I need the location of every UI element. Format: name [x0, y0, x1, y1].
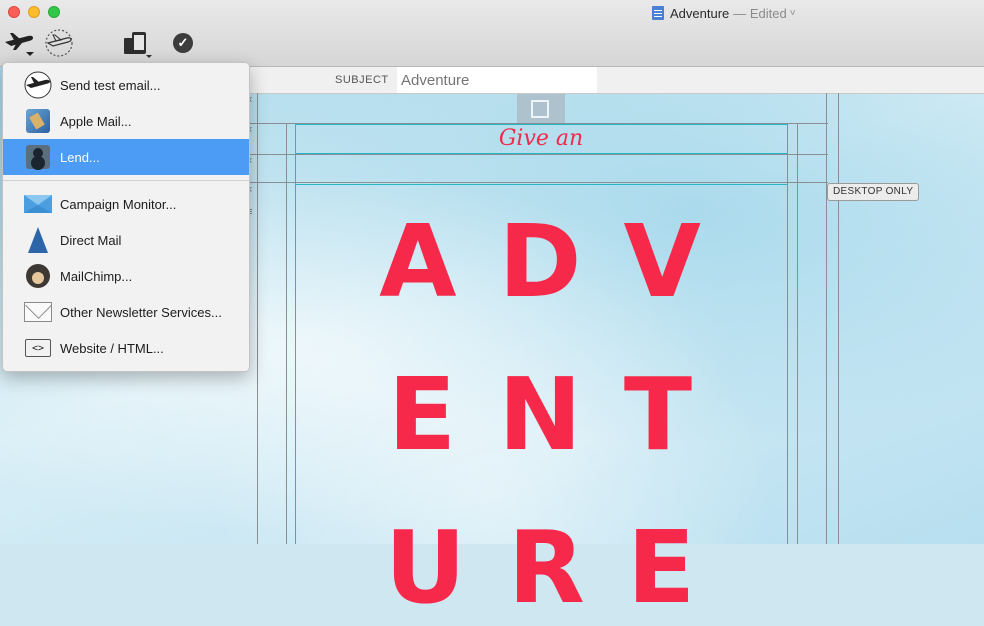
direct-mail-icon — [23, 225, 53, 255]
device-preview-icon — [124, 32, 152, 58]
menu-item-send-test-email[interactable]: Send test email... — [3, 67, 249, 103]
send-dropdown-menu: Send test email... Apple Mail... Lend...… — [2, 62, 250, 372]
document-status: — Edited — [733, 5, 787, 21]
row-guide-left-inner — [286, 123, 287, 544]
content-guide-bottom — [295, 184, 788, 185]
menu-item-label: Website / HTML... — [60, 340, 164, 356]
menu-item-label: Lend... — [60, 149, 100, 165]
device-preview-button[interactable] — [120, 28, 154, 58]
menu-item-label: Send test email... — [60, 77, 161, 93]
menu-item-direct-mail[interactable]: Direct Mail — [3, 222, 249, 258]
check-button[interactable]: ✓ — [166, 28, 200, 58]
content-guide-left — [295, 124, 296, 544]
menu-item-label: Apple Mail... — [60, 113, 132, 129]
subject-input[interactable] — [397, 67, 597, 93]
checkmark-icon: ✓ — [173, 33, 193, 53]
mailchimp-icon — [23, 261, 53, 291]
apple-mail-icon — [23, 106, 53, 136]
row-guide-3 — [248, 182, 828, 183]
minimize-window-button[interactable] — [28, 6, 40, 18]
menu-item-campaign-monitor[interactable]: Campaign Monitor... — [3, 186, 249, 222]
menu-item-lend[interactable]: Lend... — [3, 139, 249, 175]
close-window-button[interactable] — [8, 6, 20, 18]
menu-separator — [3, 180, 249, 181]
menu-item-mailchimp[interactable]: MailChimp... — [3, 258, 249, 294]
envelope-icon — [23, 297, 53, 327]
menu-item-label: MailChimp... — [60, 268, 133, 284]
airplane-icon — [23, 70, 53, 100]
column-guide-right — [826, 93, 827, 544]
menu-item-label: Direct Mail — [60, 232, 122, 248]
title-chevron-down-icon: ˅ — [789, 7, 796, 19]
content-guide-right — [787, 124, 788, 544]
menu-item-website-html[interactable]: <> Website / HTML... — [3, 330, 249, 366]
content-guide-mid — [295, 153, 788, 154]
image-placeholder-icon[interactable] — [517, 94, 565, 124]
subject-bar: SUBJECT — [248, 67, 984, 94]
menu-item-other-newsletter-services[interactable]: Other Newsletter Services... — [3, 294, 249, 330]
subject-label: SUBJECT — [335, 74, 389, 86]
column-guide-left — [257, 93, 258, 544]
airplane-send-icon — [5, 33, 34, 56]
lend-icon — [23, 142, 53, 172]
desktop-only-badge[interactable]: DESKTOP ONLY — [827, 183, 920, 201]
content-guide-top — [295, 124, 788, 125]
hero-text-line-1[interactable]: ADV — [296, 212, 786, 312]
menu-item-label: Campaign Monitor... — [60, 196, 177, 212]
row-guide-right-inner — [797, 123, 798, 544]
menu-item-label: Other Newsletter Services... — [60, 304, 222, 320]
column-guide-right-outer — [838, 93, 839, 544]
document-title[interactable]: Adventure — Edited ˅ — [652, 4, 796, 22]
airplane-outline-icon — [45, 29, 73, 57]
hero-text-line-2[interactable]: ENT — [296, 365, 786, 465]
menu-item-apple-mail[interactable]: Apple Mail... — [3, 103, 249, 139]
window-titlebar: Adventure — Edited ˅ ✓ — [0, 0, 984, 67]
zoom-window-button[interactable] — [48, 6, 60, 18]
document-name: Adventure — [670, 5, 730, 21]
campaign-monitor-icon — [23, 189, 53, 219]
document-icon — [652, 6, 664, 20]
headline-give-an[interactable]: Give an — [486, 126, 596, 151]
row-guide-2 — [248, 154, 828, 155]
hero-text-line-3[interactable]: URE — [296, 518, 786, 618]
send-menu-button[interactable] — [2, 28, 36, 58]
html-code-icon: <> — [23, 333, 53, 363]
send-outline-button[interactable] — [42, 28, 76, 58]
